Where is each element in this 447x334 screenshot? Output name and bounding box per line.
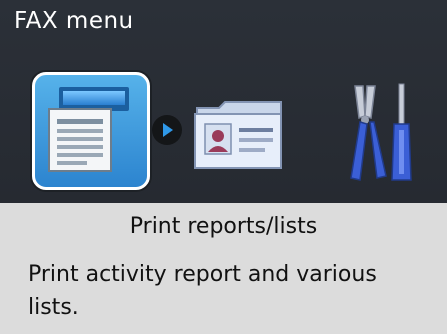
selected-item-description: Print activity report and various lists. — [28, 262, 377, 320]
menu-item-print-reports[interactable] — [32, 72, 150, 190]
selected-item-title: Print reports/lists — [129, 214, 318, 239]
fax-menu-screen: FAX menu Print reports/lists Print activ… — [0, 0, 447, 334]
menu-item-tools[interactable] — [320, 72, 438, 190]
next-arrow-icon — [152, 115, 182, 145]
screen-title: FAX menu — [14, 8, 134, 34]
menu-item-contacts[interactable] — [180, 72, 298, 190]
tools-icon — [350, 83, 412, 181]
contacts-folder-icon — [194, 101, 282, 169]
print-reports-icon — [48, 87, 129, 172]
